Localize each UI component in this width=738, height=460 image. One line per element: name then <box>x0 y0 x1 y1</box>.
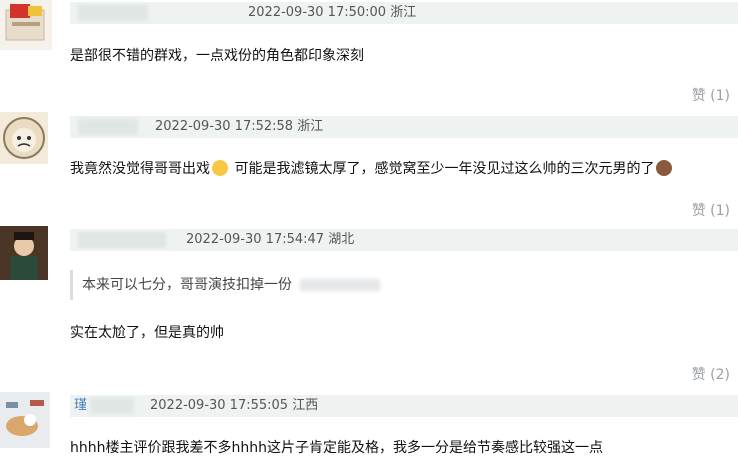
comment-header: 瑾 2022-09-30 17:55:05 江西 <box>70 395 738 417</box>
quote-author-redacted <box>300 279 380 291</box>
sad-face-emoji-icon <box>212 160 228 176</box>
comment-header: 2022-09-30 17:54:47 湖北 <box>70 229 738 251</box>
comment-header: 2022-09-30 17:52:58 浙江 <box>70 116 738 138</box>
avatar[interactable] <box>0 392 50 448</box>
username-redacted <box>78 232 166 248</box>
username-redacted <box>78 119 138 135</box>
avatar[interactable] <box>0 112 48 164</box>
comment-meta: 2022-09-30 17:52:58 浙江 <box>155 119 324 134</box>
quoted-reply: 本来可以七分，哥哥演技扣掉一份 <box>70 270 380 300</box>
comment-meta: 2022-09-30 17:55:05 江西 <box>150 398 319 413</box>
avatar[interactable] <box>0 226 48 280</box>
comment-header: 2022-09-30 17:50:00 浙江 <box>70 2 738 24</box>
username-partial[interactable]: 瑾 <box>74 395 87 417</box>
like-button[interactable]: 赞 (2) <box>692 364 730 384</box>
username-redacted <box>78 5 148 21</box>
comment-text: 我竟然没觉得哥哥出戏 可能是我滤镜太厚了，感觉窝至少一年没见过这么帅的三次元男的… <box>70 158 674 178</box>
username-redacted <box>90 398 134 414</box>
monkey-emoji-icon <box>656 160 673 176</box>
comment-text: 实在太尬了，但是真的帅 <box>70 325 224 341</box>
comment-meta: 2022-09-30 17:54:47 湖北 <box>186 232 355 247</box>
avatar[interactable] <box>0 0 52 50</box>
quote-text: 本来可以七分，哥哥演技扣掉一份 <box>82 277 292 293</box>
like-button[interactable]: 赞 (1) <box>692 200 730 220</box>
comment-text-part1: 我竟然没觉得哥哥出戏 <box>70 161 210 177</box>
comment-text: 是部很不错的群戏，一点戏份的角色都印象深刻 <box>70 48 364 64</box>
comment-text: hhhh楼主评价跟我差不多hhhh这片子肯定能及格，我多一分是给节奏感比较强这一… <box>70 440 603 456</box>
like-button[interactable]: 赞 (1) <box>692 85 730 105</box>
comment-text-part2: 可能是我滤镜太厚了，感觉窝至少一年没见过这么帅的三次元男的了 <box>230 161 655 177</box>
comment-meta: 2022-09-30 17:50:00 浙江 <box>248 5 417 20</box>
